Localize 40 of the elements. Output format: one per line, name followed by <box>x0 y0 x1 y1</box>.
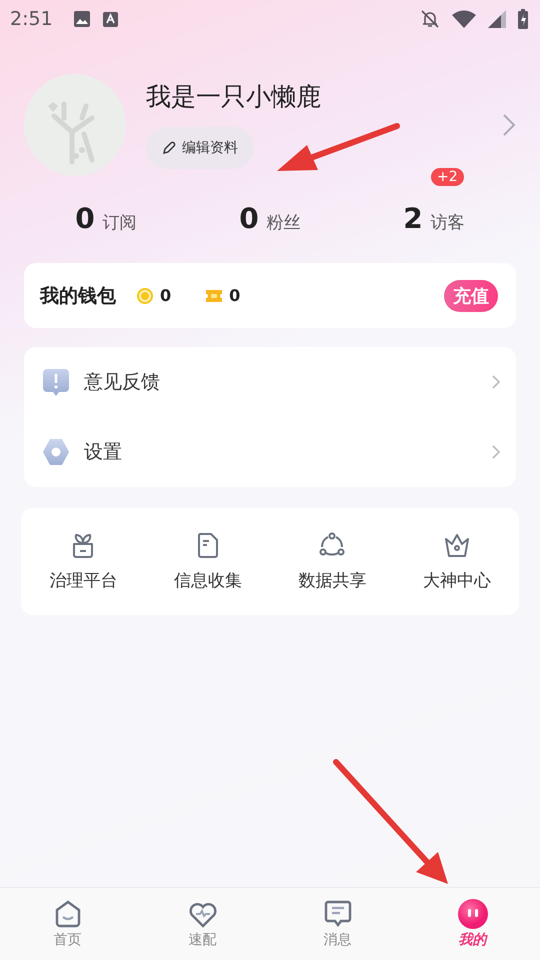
status-time: 2:51 <box>10 8 53 30</box>
stat-label[interactable]: 访客 <box>430 210 465 234</box>
stat-label[interactable]: 粉丝 <box>266 210 301 234</box>
avatar-icon <box>24 74 126 176</box>
chevron-right-icon[interactable] <box>502 113 516 137</box>
tool-item[interactable]: 大神中心 <box>394 531 519 592</box>
tool-item[interactable]: 数据共享 <box>270 531 394 592</box>
nav-tab[interactable]: 消息 <box>270 888 405 960</box>
nav-tab[interactable]: 速配 <box>135 888 270 960</box>
chevron-right-icon <box>492 375 500 389</box>
menu-item[interactable]: 设置 <box>24 417 516 487</box>
balance-value: 0 <box>160 286 172 305</box>
signal-icon <box>488 10 506 28</box>
bell-off-icon <box>420 9 440 29</box>
wallet-title: 我的钱包 <box>40 284 116 308</box>
stat-count: 0 <box>75 202 95 234</box>
edit-profile-button[interactable]: 编辑资料 <box>146 126 254 168</box>
tool-item[interactable]: 治理平台 <box>21 531 146 592</box>
stat-count: 2 <box>403 202 423 234</box>
tool-item[interactable]: 信息收集 <box>146 531 270 592</box>
menu-item[interactable]: 意见反馈 <box>24 347 516 417</box>
nav-tab[interactable]: 首页 <box>0 888 135 960</box>
keyboard-icon <box>102 12 118 26</box>
battery-icon <box>518 9 528 29</box>
user-name: 我是一只小懒鹿 <box>146 80 321 112</box>
balance-value: 0 <box>229 286 240 305</box>
pencil-icon <box>162 140 176 154</box>
crown-icon <box>442 531 471 559</box>
feedback-icon <box>42 368 70 396</box>
image-icon <box>72 10 91 28</box>
nav-tab[interactable]: 我的 <box>405 888 540 960</box>
count-badge: +2 <box>431 168 464 186</box>
chevron-right-icon <box>492 445 500 459</box>
settings-icon <box>42 438 70 466</box>
face-icon <box>458 899 488 929</box>
message-icon <box>322 899 352 929</box>
stat-label[interactable]: 订阅 <box>102 210 137 234</box>
coin-icon <box>136 286 154 304</box>
wifi-icon <box>452 10 476 28</box>
stat-count: 0 <box>239 202 259 234</box>
